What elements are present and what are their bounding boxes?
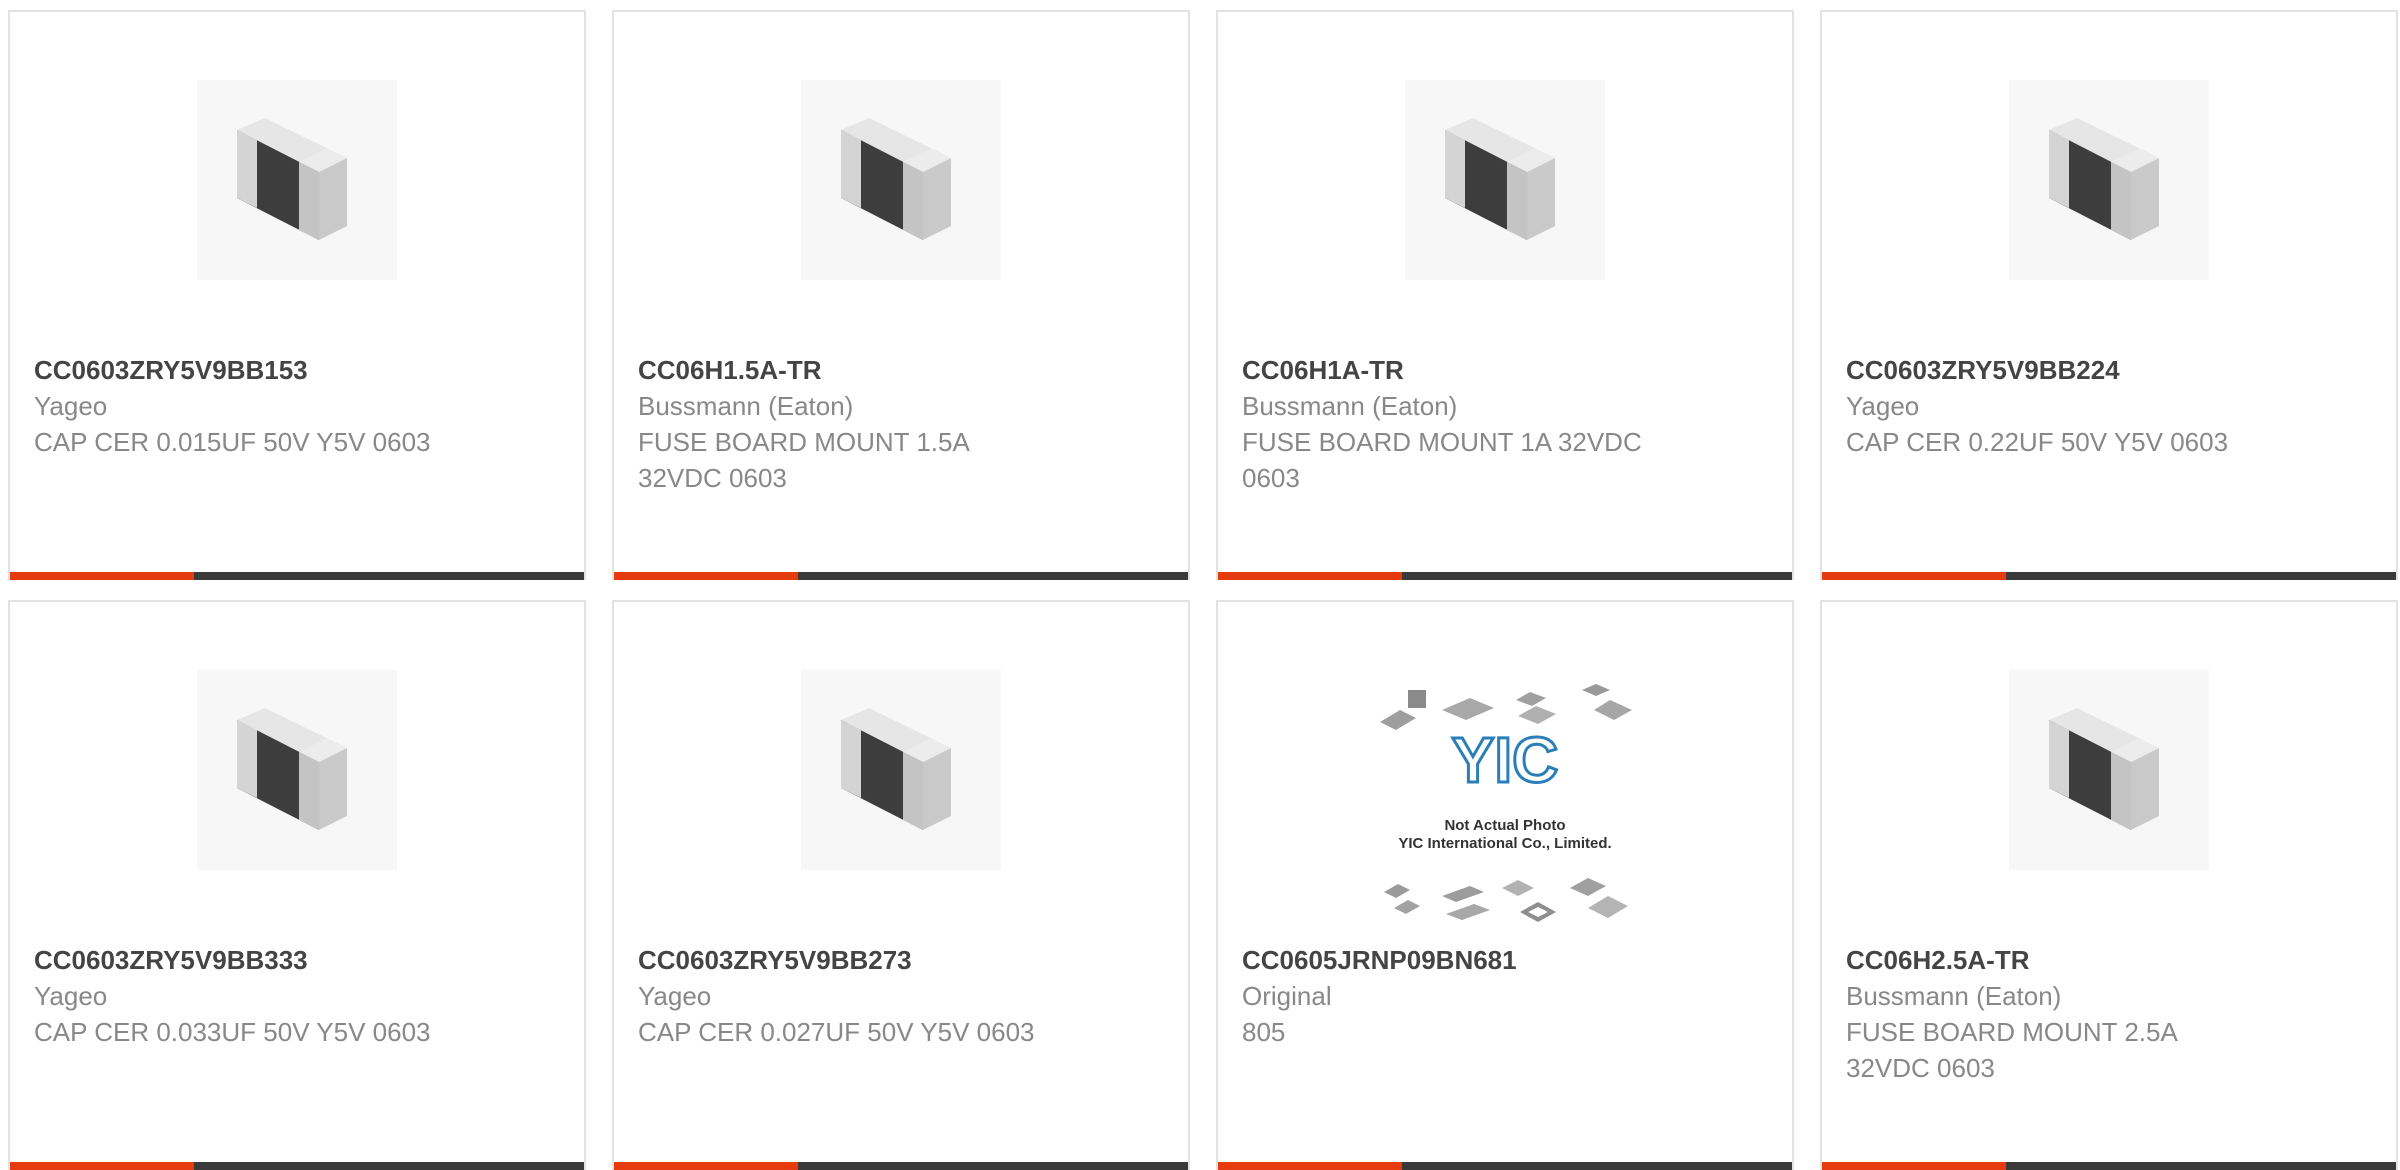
manufacturer: Original bbox=[1242, 981, 1332, 1011]
card-bottom-bar bbox=[1822, 1162, 2396, 1170]
card-accent-bar bbox=[1822, 1162, 2006, 1170]
product-info: CC0603ZRY5V9BB153 Yageo CAP CER 0.015UF … bbox=[34, 352, 560, 460]
card-bottom-bar bbox=[1218, 1162, 1792, 1170]
part-number-link[interactable]: CC0603ZRY5V9BB224 bbox=[1846, 352, 2372, 388]
card-bottom-bar bbox=[1822, 572, 2396, 580]
description: FUSE BOARD MOUNT 1A 32VDC 0603 bbox=[1242, 427, 1642, 493]
card-bottom-bar bbox=[614, 572, 1188, 580]
part-number-link[interactable]: CC0605JRNP09BN681 bbox=[1242, 942, 1768, 978]
card-accent-bar bbox=[614, 1162, 798, 1170]
card-accent-bar bbox=[614, 572, 798, 580]
product-card[interactable]: CC06H2.5A-TR Bussmann (Eaton) FUSE BOARD… bbox=[1820, 600, 2398, 1170]
product-card[interactable]: CC0603ZRY5V9BB153 Yageo CAP CER 0.015UF … bbox=[8, 10, 586, 580]
product-info: CC0603ZRY5V9BB273 Yageo CAP CER 0.027UF … bbox=[638, 942, 1164, 1050]
product-card[interactable]: YIC Not Actual Photo YIC International C… bbox=[1216, 600, 1794, 1170]
product-info: CC06H1.5A-TR Bussmann (Eaton) FUSE BOARD… bbox=[638, 352, 1164, 496]
product-info: CC0603ZRY5V9BB224 Yageo CAP CER 0.22UF 5… bbox=[1846, 352, 2372, 460]
product-info: CC06H2.5A-TR Bussmann (Eaton) FUSE BOARD… bbox=[1846, 942, 2372, 1086]
product-card[interactable]: CC06H1.5A-TR Bussmann (Eaton) FUSE BOARD… bbox=[612, 10, 1190, 580]
manufacturer: Yageo bbox=[34, 391, 108, 421]
manufacturer: Bussmann (Eaton) bbox=[638, 391, 854, 421]
description: FUSE BOARD MOUNT 2.5A 32VDC 0603 bbox=[1846, 1017, 2177, 1083]
product-info: CC0605JRNP09BN681 Original 805 bbox=[1242, 942, 1768, 1050]
placeholder-caption-line1: Not Actual Photo bbox=[1444, 817, 1565, 834]
card-bottom-bar bbox=[614, 1162, 1188, 1170]
description: CAP CER 0.015UF 50V Y5V 0603 bbox=[34, 427, 431, 457]
card-accent-bar bbox=[10, 572, 194, 580]
chip-component-image[interactable] bbox=[801, 80, 1001, 280]
card-accent-bar bbox=[10, 1162, 194, 1170]
product-info: CC06H1A-TR Bussmann (Eaton) FUSE BOARD M… bbox=[1242, 352, 1768, 496]
yic-logo: YIC bbox=[1452, 724, 1559, 796]
part-number-link[interactable]: CC06H1A-TR bbox=[1242, 352, 1768, 388]
manufacturer: Bussmann (Eaton) bbox=[1846, 981, 2062, 1011]
card-bottom-bar bbox=[10, 572, 584, 580]
manufacturer: Yageo bbox=[638, 981, 712, 1011]
card-accent-bar bbox=[1822, 572, 2006, 580]
manufacturer: Yageo bbox=[34, 981, 108, 1011]
product-card[interactable]: CC0603ZRY5V9BB273 Yageo CAP CER 0.027UF … bbox=[612, 600, 1190, 1170]
card-bottom-bar bbox=[10, 1162, 584, 1170]
part-number-link[interactable]: CC0603ZRY5V9BB273 bbox=[638, 942, 1164, 978]
product-card[interactable]: CC06H1A-TR Bussmann (Eaton) FUSE BOARD M… bbox=[1216, 10, 1794, 580]
description: CAP CER 0.22UF 50V Y5V 0603 bbox=[1846, 427, 2229, 457]
card-bottom-bar bbox=[1218, 572, 1792, 580]
part-number-link[interactable]: CC0603ZRY5V9BB333 bbox=[34, 942, 560, 978]
manufacturer: Bussmann (Eaton) bbox=[1242, 391, 1458, 421]
product-card[interactable]: CC0603ZRY5V9BB224 Yageo CAP CER 0.22UF 5… bbox=[1820, 10, 2398, 580]
product-info: CC0603ZRY5V9BB333 Yageo CAP CER 0.033UF … bbox=[34, 942, 560, 1050]
product-grid: CC0603ZRY5V9BB153 Yageo CAP CER 0.015UF … bbox=[8, 10, 2400, 1170]
chip-component-image[interactable] bbox=[2009, 670, 2209, 870]
card-accent-bar bbox=[1218, 572, 1402, 580]
placeholder-caption-line2: YIC International Co., Limited. bbox=[1398, 835, 1611, 852]
description: CAP CER 0.033UF 50V Y5V 0603 bbox=[34, 1017, 431, 1047]
description: FUSE BOARD MOUNT 1.5A 32VDC 0603 bbox=[638, 427, 969, 493]
description: CAP CER 0.027UF 50V Y5V 0603 bbox=[638, 1017, 1035, 1047]
manufacturer: Yageo bbox=[1846, 391, 1920, 421]
chip-component-image[interactable] bbox=[801, 670, 1001, 870]
chip-component-image[interactable] bbox=[197, 670, 397, 870]
card-accent-bar bbox=[1218, 1162, 1402, 1170]
chip-component-image[interactable] bbox=[2009, 80, 2209, 280]
chip-component-image[interactable] bbox=[197, 80, 397, 280]
product-card[interactable]: CC0603ZRY5V9BB333 Yageo CAP CER 0.033UF … bbox=[8, 600, 586, 1170]
part-number-link[interactable]: CC0603ZRY5V9BB153 bbox=[34, 352, 560, 388]
not-actual-photo-placeholder[interactable]: YIC Not Actual Photo YIC International C… bbox=[1370, 682, 1640, 932]
part-number-link[interactable]: CC06H1.5A-TR bbox=[638, 352, 1164, 388]
part-number-link[interactable]: CC06H2.5A-TR bbox=[1846, 942, 2372, 978]
description: 805 bbox=[1242, 1017, 1286, 1047]
chip-component-image[interactable] bbox=[1405, 80, 1605, 280]
